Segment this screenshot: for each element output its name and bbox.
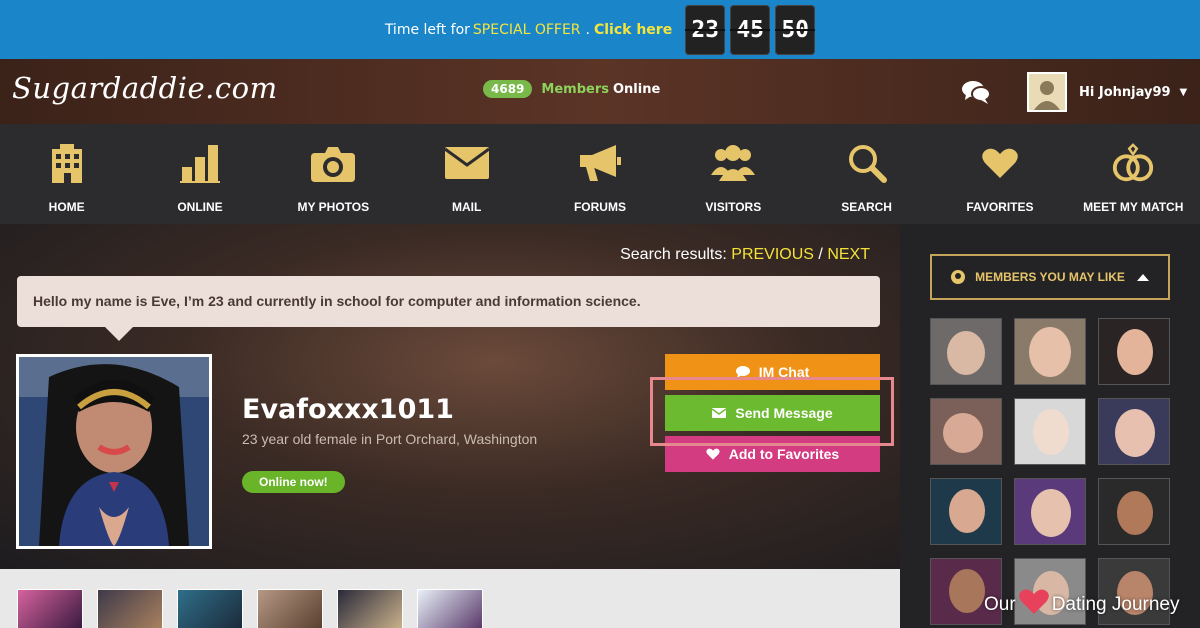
user-circle-icon bbox=[951, 270, 966, 284]
nav-my-photos-label: MY PHOTOS bbox=[297, 200, 370, 214]
chat-bubbles-icon[interactable] bbox=[962, 79, 991, 105]
member-thumbnail[interactable] bbox=[930, 398, 1002, 465]
search-results-label: Search results: bbox=[620, 246, 727, 263]
timer-seconds: 50 bbox=[775, 4, 816, 55]
timer-hours: 23 bbox=[685, 4, 726, 55]
member-thumbnail[interactable] bbox=[1014, 398, 1086, 465]
nav-forums[interactable]: FORUMS bbox=[533, 124, 666, 224]
previous-link[interactable]: PREVIOUS bbox=[731, 246, 814, 263]
nav-mail[interactable]: MAIL bbox=[400, 124, 533, 224]
promo-prefix: Time left for bbox=[384, 21, 470, 38]
heart-icon bbox=[977, 140, 1023, 186]
nav-mail-label: MAIL bbox=[451, 200, 482, 214]
promo-click-link[interactable]: Click here bbox=[594, 22, 672, 38]
add-to-favorites-label: Add to Favorites bbox=[728, 446, 840, 462]
nav-favorites-label: FAVORITES bbox=[966, 200, 1034, 214]
timer-minutes: 45 bbox=[730, 4, 771, 55]
member-thumbnail[interactable] bbox=[1098, 478, 1170, 545]
members-online: 4689 Members Online bbox=[483, 80, 660, 98]
members-you-may-like-header[interactable]: MEMBERS YOU MAY LIKE bbox=[930, 254, 1170, 300]
dating-profile-page: Time left for SPECIAL OFFER . Click here… bbox=[0, 0, 1200, 628]
add-to-favorites-button[interactable]: Add to Favorites bbox=[665, 436, 880, 472]
heart-small-icon bbox=[706, 448, 720, 460]
member-thumbnail[interactable] bbox=[1014, 478, 1086, 545]
building-icon bbox=[44, 140, 90, 186]
nav-meet-my-match-label: MEET MY MATCH bbox=[1083, 200, 1184, 214]
member-thumbnail[interactable] bbox=[930, 318, 1002, 385]
search-results-nav: Search results: PREVIOUS / NEXT bbox=[620, 246, 870, 264]
watermark-heart-icon bbox=[1018, 588, 1049, 621]
member-thumbnail[interactable] bbox=[1098, 398, 1170, 465]
magnifier-icon bbox=[844, 140, 890, 186]
bar-chart-icon bbox=[177, 140, 223, 186]
photo-thumbnail[interactable] bbox=[337, 589, 403, 628]
profile-main: Search results: PREVIOUS / NEXT Hello my… bbox=[0, 224, 900, 569]
watermark-right: Dating Journey bbox=[1051, 593, 1180, 615]
chevron-up-icon bbox=[1136, 273, 1149, 281]
photo-thumbnail[interactable] bbox=[177, 589, 243, 628]
nav-search-label: SEARCH bbox=[841, 200, 892, 214]
promo-bar: Time left for SPECIAL OFFER . Click here… bbox=[0, 0, 1200, 59]
nav-home-label: HOME bbox=[48, 200, 85, 214]
rings-icon bbox=[1110, 140, 1156, 186]
im-chat-button[interactable]: IM Chat bbox=[665, 354, 880, 390]
members-sidebar: MEMBERS YOU MAY LIKE bbox=[900, 224, 1200, 628]
chat-icon bbox=[735, 366, 750, 378]
nav-visitors[interactable]: VISITORS bbox=[667, 124, 800, 224]
im-chat-label: IM Chat bbox=[758, 364, 810, 380]
member-thumbnail[interactable] bbox=[1014, 318, 1086, 385]
send-message-label: Send Message bbox=[735, 405, 833, 421]
megaphone-icon bbox=[577, 140, 623, 186]
group-icon bbox=[710, 140, 756, 186]
next-link[interactable]: NEXT bbox=[827, 246, 870, 263]
promo-separator: . bbox=[585, 21, 590, 38]
nav-my-photos[interactable]: MY PHOTOS bbox=[267, 124, 400, 224]
site-header: Sugardaddie.com 4689 Members Online Hi J… bbox=[0, 59, 1200, 124]
user-avatar bbox=[1027, 72, 1067, 112]
photo-thumbnail[interactable] bbox=[417, 589, 483, 628]
online-now-badge: Online now! bbox=[242, 471, 345, 493]
camera-icon bbox=[310, 140, 356, 186]
photo-thumbnail[interactable] bbox=[17, 589, 83, 628]
member-thumbnail[interactable] bbox=[1098, 318, 1170, 385]
chevron-down-icon: ▼ bbox=[1179, 86, 1188, 98]
watermark-left: Our bbox=[984, 593, 1016, 615]
photo-thumbnail[interactable] bbox=[97, 589, 163, 628]
profile-photo[interactable] bbox=[16, 354, 212, 549]
profile-subtitle: 23 year old female in Port Orchard, Wash… bbox=[242, 431, 538, 447]
online-word: Online bbox=[612, 81, 661, 97]
watermark: Our Dating Journey bbox=[984, 588, 1179, 621]
user-menu[interactable]: Hi Johnjay99 ▼ bbox=[1027, 72, 1187, 112]
nav-visitors-label: VISITORS bbox=[705, 200, 762, 214]
nav-online[interactable]: ONLINE bbox=[133, 124, 266, 224]
nav-online-label: ONLINE bbox=[177, 200, 223, 214]
nav-forums-label: FORUMS bbox=[573, 200, 626, 214]
nav-search[interactable]: SEARCH bbox=[800, 124, 933, 224]
photo-thumbnail[interactable] bbox=[257, 589, 323, 628]
main-nav: HOME ONLINE MY PHOTOS MAIL FORUMS VISITO… bbox=[0, 124, 1200, 224]
user-greeting: Hi Johnjay99 bbox=[1079, 84, 1171, 100]
profile-username: Evafoxxx1011 bbox=[242, 394, 454, 425]
nav-meet-my-match[interactable]: MEET MY MATCH bbox=[1067, 124, 1200, 224]
member-thumbnail[interactable] bbox=[930, 478, 1002, 545]
nav-slash: / bbox=[818, 246, 823, 263]
photo-strip bbox=[0, 569, 900, 628]
online-count-badge: 4689 bbox=[483, 80, 533, 98]
nav-favorites[interactable]: FAVORITES bbox=[933, 124, 1066, 224]
members-you-may-like-title: MEMBERS YOU MAY LIKE bbox=[975, 270, 1125, 284]
promo-offer: SPECIAL OFFER bbox=[472, 21, 581, 38]
send-message-button[interactable]: Send Message bbox=[665, 395, 880, 431]
site-logo[interactable]: Sugardaddie.com bbox=[12, 71, 278, 105]
envelope-small-icon bbox=[712, 408, 727, 418]
envelope-icon bbox=[444, 140, 490, 186]
members-word: Members bbox=[541, 81, 609, 97]
nav-home[interactable]: HOME bbox=[0, 124, 133, 224]
profile-bio: Hello my name is Eve, I’m 23 and current… bbox=[17, 276, 880, 341]
